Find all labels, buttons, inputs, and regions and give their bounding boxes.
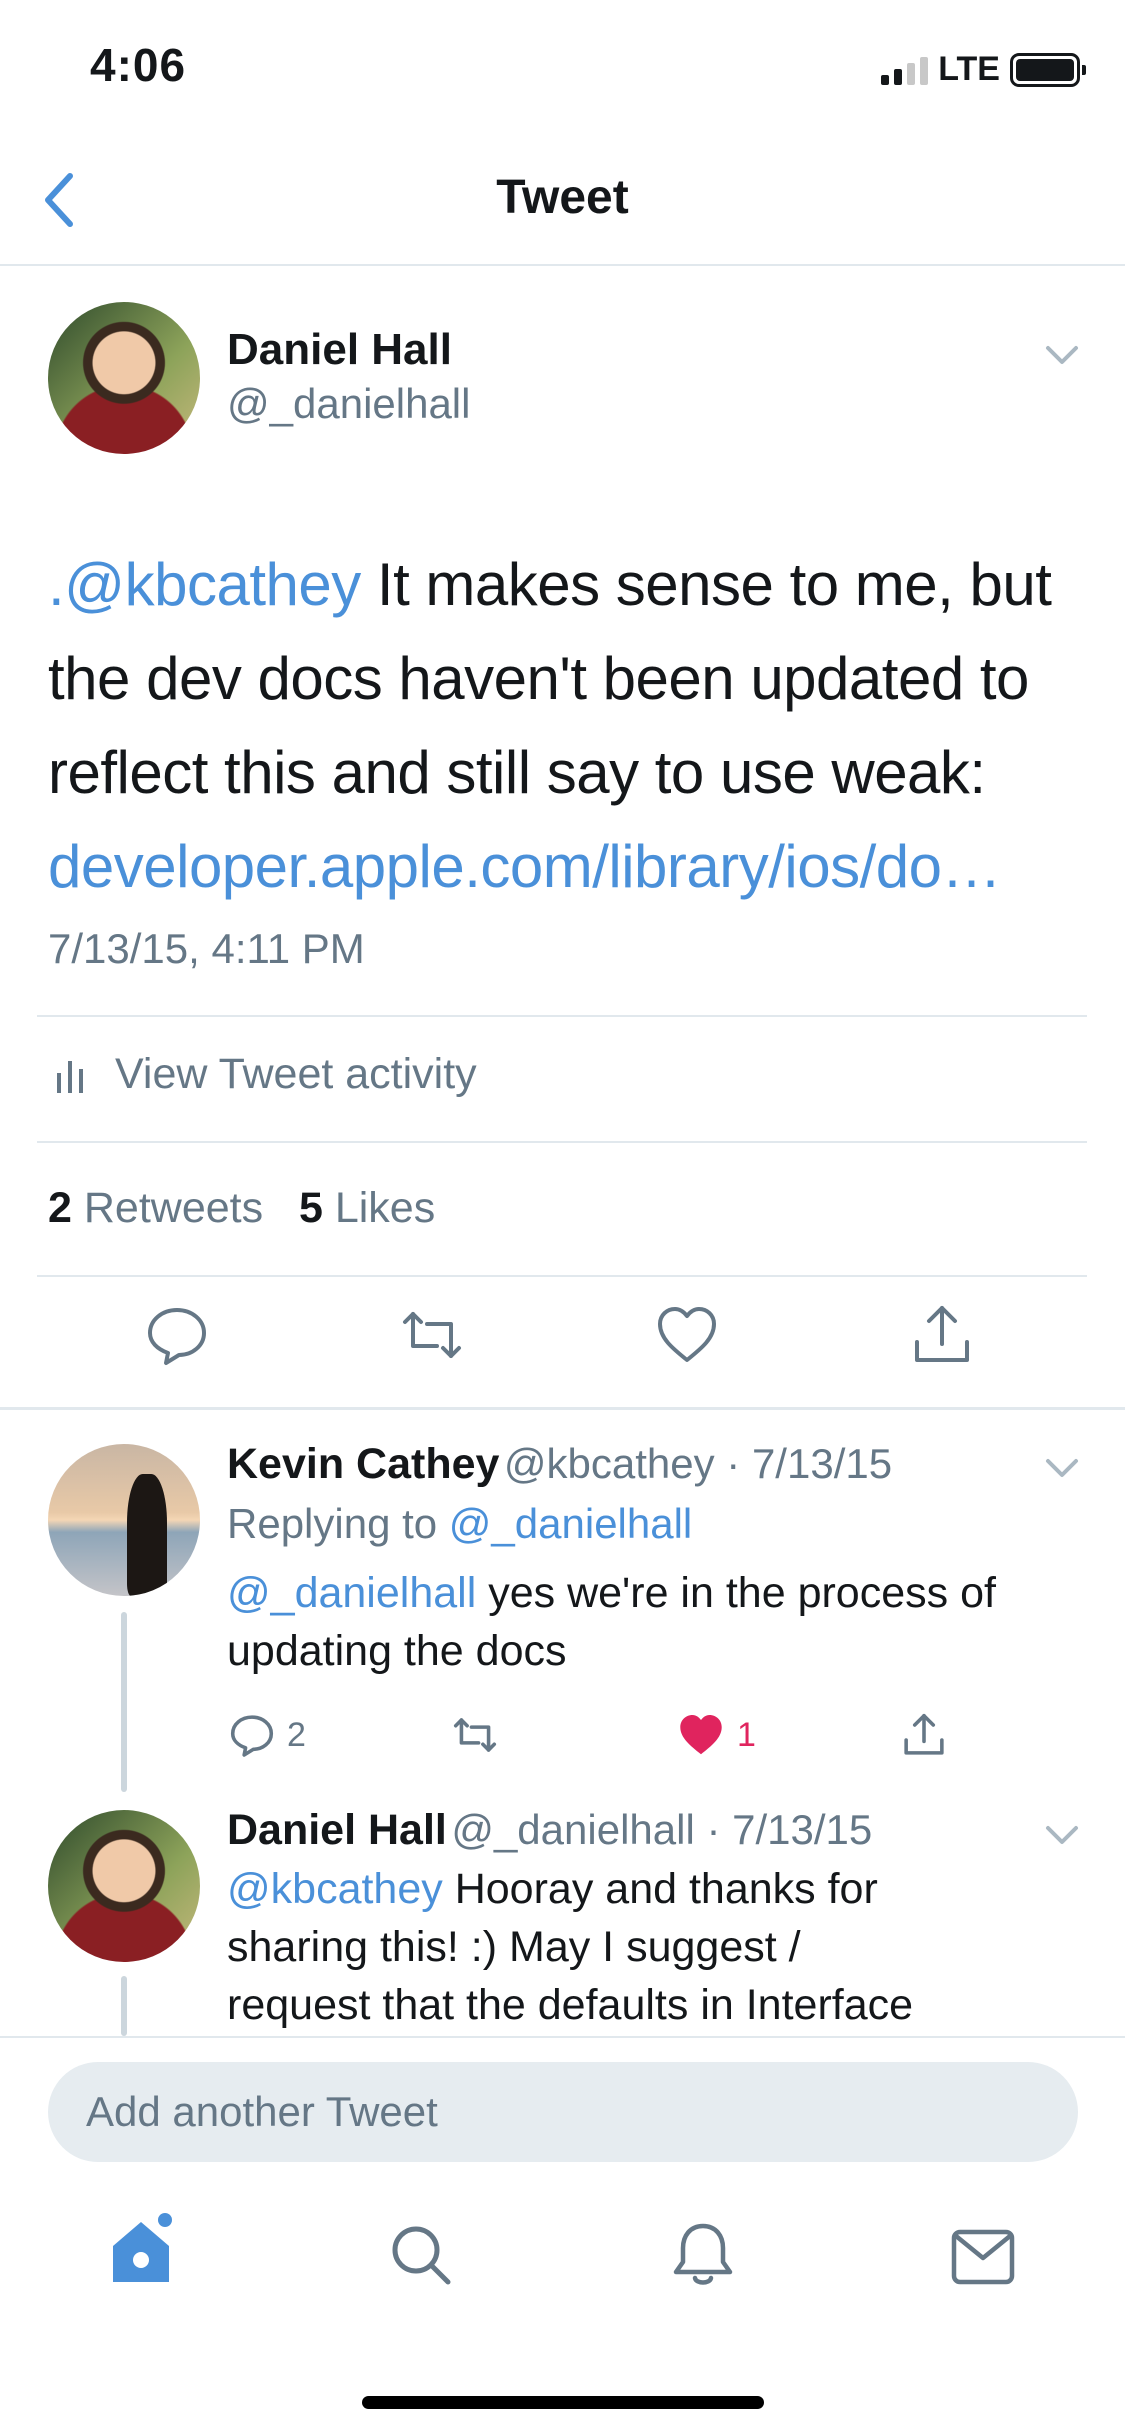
tweet-text-prefix: .	[48, 551, 65, 618]
retweet-icon	[453, 1718, 497, 1752]
signal-icon	[881, 55, 929, 85]
like-button[interactable]: 1	[675, 1710, 756, 1760]
reply-text-line2: updating the docs	[227, 1627, 567, 1675]
tab-home[interactable]	[105, 2212, 177, 2288]
divider	[0, 1407, 1125, 1410]
view-tweet-activity-button[interactable]: View Tweet activity	[55, 1050, 477, 1099]
avatar[interactable]	[48, 1444, 200, 1596]
engagement-counts: 2 Retweets 5 Likes	[48, 1184, 435, 1233]
notifications-icon	[673, 2223, 733, 2285]
tab-messages[interactable]	[950, 2228, 1016, 2286]
heart-filled-icon	[680, 1715, 722, 1755]
status-indicators: LTE	[881, 50, 1086, 89]
tab-notifications[interactable]	[670, 2220, 736, 2290]
reply-icon	[230, 1715, 274, 1757]
mention-link[interactable]: @kbcathey	[227, 1865, 443, 1913]
page-title: Tweet	[496, 171, 629, 224]
messages-icon	[951, 2229, 1015, 2285]
reply-text-line1: Hooray and thanks for	[442, 1865, 878, 1913]
search-icon	[392, 2226, 451, 2285]
likes-count-link[interactable]: 5 Likes	[299, 1184, 435, 1232]
tweet-timestamp: 7/13/15, 4:11 PM	[48, 925, 365, 972]
reply-text-line1: yes we're in the process of	[476, 1569, 996, 1617]
home-icon	[113, 2213, 172, 2282]
reply-count: 2	[287, 1715, 306, 1754]
reply-text: @_danielhall yes we're in the process of…	[227, 1564, 1087, 1680]
reply-icon	[148, 1308, 206, 1365]
url-link[interactable]: developer.apple.com/library/ios/do…	[48, 833, 1002, 900]
replying-to: Replying to @_danielhall	[227, 1500, 692, 1548]
author-handle[interactable]: @_danielhall	[227, 380, 470, 428]
reply-text-line3: request that the defaults in Interface	[227, 1981, 914, 2029]
replying-to-link[interactable]: @_danielhall	[449, 1500, 692, 1547]
divider	[37, 1015, 1087, 1017]
divider	[37, 1275, 1087, 1277]
reply-handle-date[interactable]: @kbcathey · 7/13/15	[504, 1440, 892, 1487]
reply-text: @kbcathey Hooray and thanks for sharing …	[227, 1860, 1087, 2036]
replying-label: Replying to	[227, 1500, 438, 1547]
reply-text-line2: sharing this! :) May I suggest /	[227, 1923, 801, 1971]
retweets-count-link[interactable]: 2 Retweets	[48, 1184, 263, 1232]
reply-header: Daniel Hall @_danielhall · 7/13/15	[227, 1806, 872, 1855]
compose-divider	[0, 2036, 1125, 2038]
divider	[37, 1141, 1087, 1143]
thread-line	[121, 1976, 127, 2036]
add-tweet-input[interactable]: Add another Tweet	[48, 2062, 1078, 2162]
status-time: 4:06	[90, 39, 187, 91]
reply-header: Kevin Cathey @kbcathey · 7/13/15	[227, 1440, 892, 1489]
like-button[interactable]	[652, 1300, 722, 1370]
home-indicator	[362, 2396, 764, 2409]
reply-options-button[interactable]	[1042, 1453, 1082, 1483]
reply-author-name[interactable]: Daniel Hall	[227, 1806, 447, 1854]
reply-button[interactable]	[142, 1300, 212, 1370]
analytics-icon	[57, 1060, 83, 1093]
avatar[interactable]	[48, 302, 200, 454]
share-button[interactable]	[907, 1300, 977, 1370]
avatar[interactable]	[48, 1810, 200, 1962]
tab-search[interactable]	[388, 2222, 454, 2288]
retweet-icon	[403, 1312, 461, 1358]
like-count: 1	[737, 1715, 756, 1754]
nav-divider	[0, 264, 1125, 266]
reply-actions: 2 1	[227, 1710, 1087, 1770]
reply-author-name[interactable]: Kevin Cathey	[227, 1440, 499, 1488]
tweet-text: .@kbcathey It makes sense to me, but the…	[48, 538, 1088, 914]
retweet-button[interactable]	[397, 1300, 467, 1370]
reply-handle-date[interactable]: @_danielhall · 7/13/15	[451, 1806, 872, 1853]
share-icon	[904, 1713, 944, 1755]
mention-link[interactable]: @_danielhall	[227, 1569, 476, 1617]
share-button[interactable]	[899, 1710, 949, 1760]
battery-icon	[1010, 52, 1086, 87]
network-label: LTE	[938, 50, 1000, 88]
chevron-down-icon	[1046, 346, 1078, 364]
share-icon	[915, 1306, 969, 1362]
heart-icon	[658, 1307, 716, 1362]
activity-label: View Tweet activity	[115, 1050, 477, 1098]
reply-options-button[interactable]	[1042, 1820, 1082, 1850]
reply-button[interactable]: 2	[227, 1710, 306, 1760]
thread-line	[121, 1612, 127, 1792]
mention-link[interactable]: @kbcathey	[64, 551, 361, 618]
chevron-down-icon	[1046, 1826, 1078, 1844]
tweet-options-button[interactable]	[1042, 340, 1082, 370]
author-name[interactable]: Daniel Hall	[227, 325, 452, 375]
chevron-down-icon	[1046, 1459, 1078, 1477]
retweet-button[interactable]	[447, 1710, 503, 1760]
